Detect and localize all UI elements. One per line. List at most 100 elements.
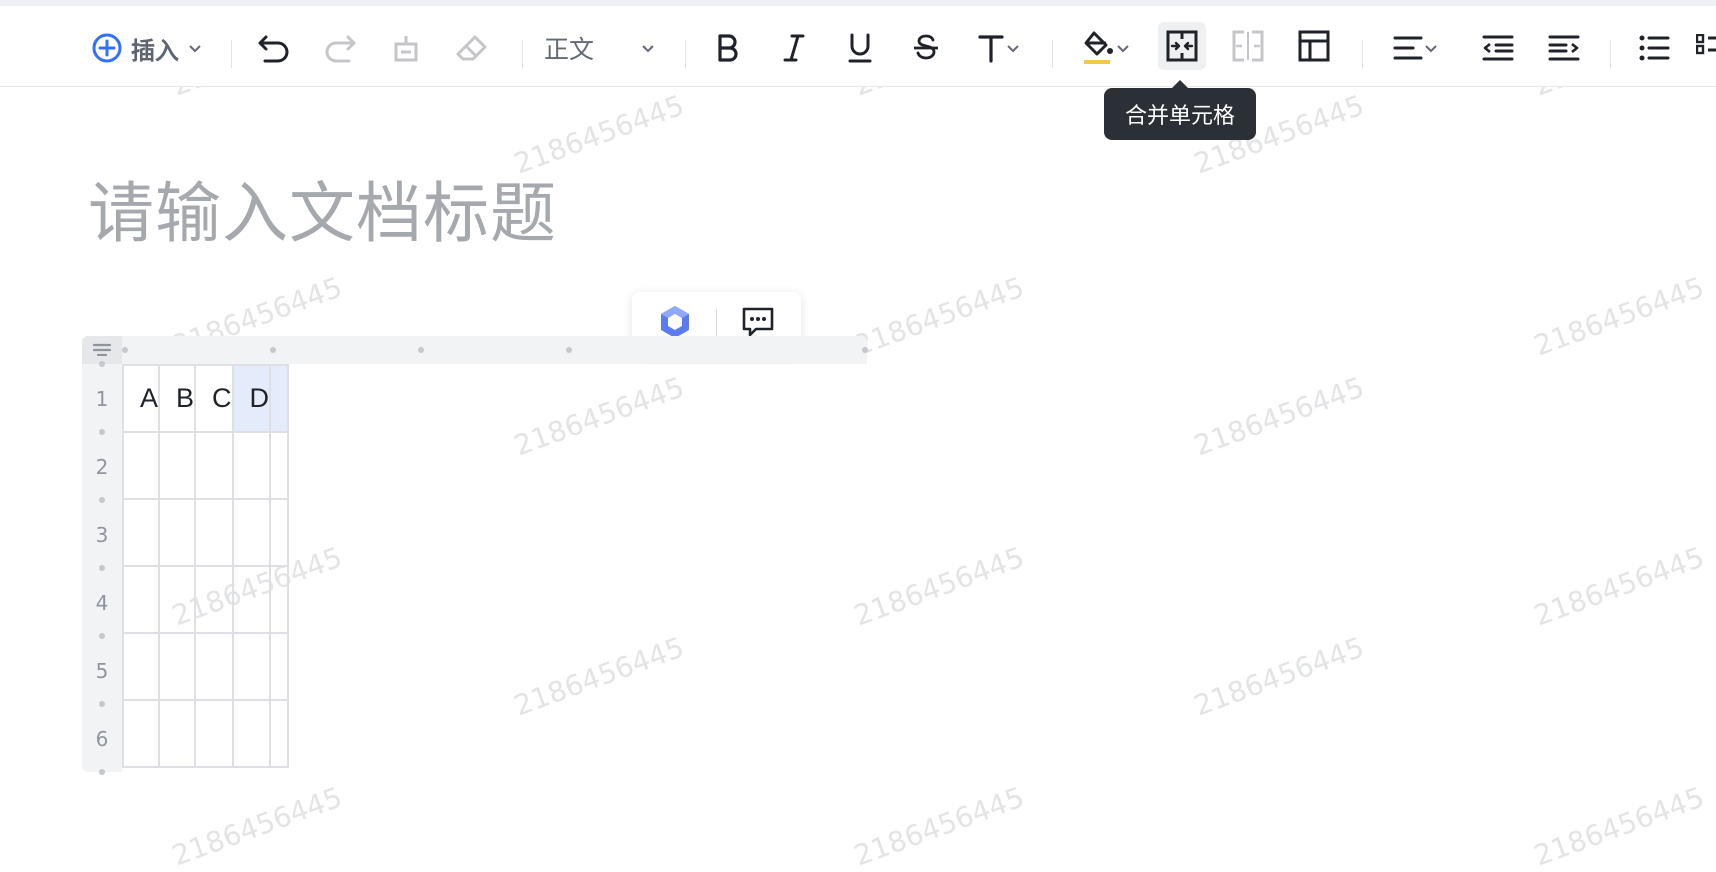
watermark: 2186456445 [1189,630,1369,723]
bold-icon [715,32,741,64]
chevron-down-icon [1005,40,1021,56]
table-row [121,632,290,701]
row-number[interactable]: 6 [82,727,122,751]
format-painter-icon [391,32,421,64]
table-cell[interactable] [121,431,161,500]
table-cell[interactable]: B [158,364,197,433]
table-cell[interactable] [269,699,290,768]
chevron-down-icon [1423,40,1439,56]
outdent-button[interactable] [1474,26,1522,70]
table-layout-icon [1297,29,1331,63]
text-format-button[interactable] [968,26,1030,70]
table-cell[interactable] [158,565,197,634]
fill-color-icon [1081,30,1115,66]
merge-cells-tooltip: 合并单元格 [1104,80,1256,140]
insert-button[interactable]: 插入 [80,26,214,70]
watermark: 2186456445 [849,540,1029,633]
table-cell[interactable] [269,498,290,567]
row-number[interactable]: 5 [82,659,122,683]
table-cell[interactable]: A [121,364,161,433]
document-title-input[interactable]: 请输入文档标题 [88,160,557,256]
plus-circle-icon [91,32,123,64]
watermark: 2186456445 [509,370,689,463]
bold-button[interactable] [706,26,750,70]
fill-color-button[interactable] [1074,26,1138,70]
ordered-list-button[interactable] [1696,26,1716,70]
chevron-down-icon [187,40,203,56]
table-row [121,565,290,634]
outdent-icon [1482,34,1514,62]
table-row [121,699,290,768]
watermark: 2186456445 [1189,370,1369,463]
watermark: 2186456445 [167,780,347,872]
indent-button[interactable] [1540,26,1588,70]
split-cells-icon [1231,29,1265,63]
table-cell[interactable] [121,699,161,768]
watermark: 2186456445 [1529,270,1709,363]
eraser-icon [455,33,489,63]
table-cell[interactable] [231,699,272,768]
bullet-list-icon [1638,34,1670,62]
italic-icon [781,32,807,64]
table-cell[interactable] [121,632,161,701]
strikethrough-button[interactable] [904,26,948,70]
table-row [121,431,290,500]
table-cell[interactable] [194,498,234,567]
table-cell[interactable] [231,431,272,500]
column-handle-bar[interactable] [82,336,867,364]
table-cell-selected[interactable]: D [231,364,272,433]
split-cells-button[interactable] [1224,22,1272,70]
underline-button[interactable] [838,26,882,70]
table-cell[interactable] [231,632,272,701]
ordered-list-icon [1696,34,1716,62]
align-dropdown[interactable] [1384,26,1448,70]
row-number[interactable]: 4 [82,591,122,615]
table-cell[interactable] [231,565,272,634]
table-cell[interactable] [158,699,197,768]
table-menu-icon [92,341,112,360]
undo-button[interactable] [252,26,296,70]
table-row [121,498,290,567]
merge-cells-icon [1165,29,1199,63]
table-cell[interactable] [194,565,234,634]
table-cell[interactable] [269,431,290,500]
table-cell[interactable] [269,565,290,634]
table-cell[interactable] [121,498,161,567]
row-number[interactable]: 2 [82,455,122,479]
table-layout-button[interactable] [1290,22,1338,70]
editor-toolbar: 插入 正文 [0,6,1716,87]
redo-icon [323,33,357,63]
table-cell[interactable] [194,431,234,500]
table-row: A B C D [121,364,290,433]
table-cell[interactable] [194,699,234,768]
strikethrough-icon [912,32,940,64]
watermark: 2186456445 [1529,540,1709,633]
italic-button[interactable] [772,26,816,70]
row-number[interactable]: 1 [82,387,122,411]
undo-icon [257,33,291,63]
table-cell[interactable] [158,632,197,701]
text-style-dropdown[interactable]: 正文 [544,26,656,70]
row-number[interactable]: 3 [82,523,122,547]
bullet-list-button[interactable] [1630,26,1678,70]
format-painter-button[interactable] [384,26,428,70]
table-cell[interactable] [231,498,272,567]
indent-icon [1548,34,1580,62]
table-cell[interactable] [194,632,234,701]
table-cell[interactable]: C [194,364,234,433]
table-cell[interactable] [269,632,290,701]
watermark: 2186456445 [849,270,1029,363]
watermark: 2186456445 [509,630,689,723]
chevron-down-icon [1115,40,1131,56]
table-cell[interactable] [121,565,161,634]
watermark: 2186456445 [1529,780,1709,872]
chevron-down-icon [640,40,656,56]
table-cell[interactable] [158,498,197,567]
clear-format-button[interactable] [450,26,494,70]
insert-label: 插入 [131,36,179,65]
redo-button[interactable] [318,26,362,70]
merge-cells-button[interactable] [1158,22,1206,70]
table-cell[interactable] [158,431,197,500]
table-cell-selected[interactable] [269,364,290,433]
table-menu-handle[interactable] [82,336,122,364]
